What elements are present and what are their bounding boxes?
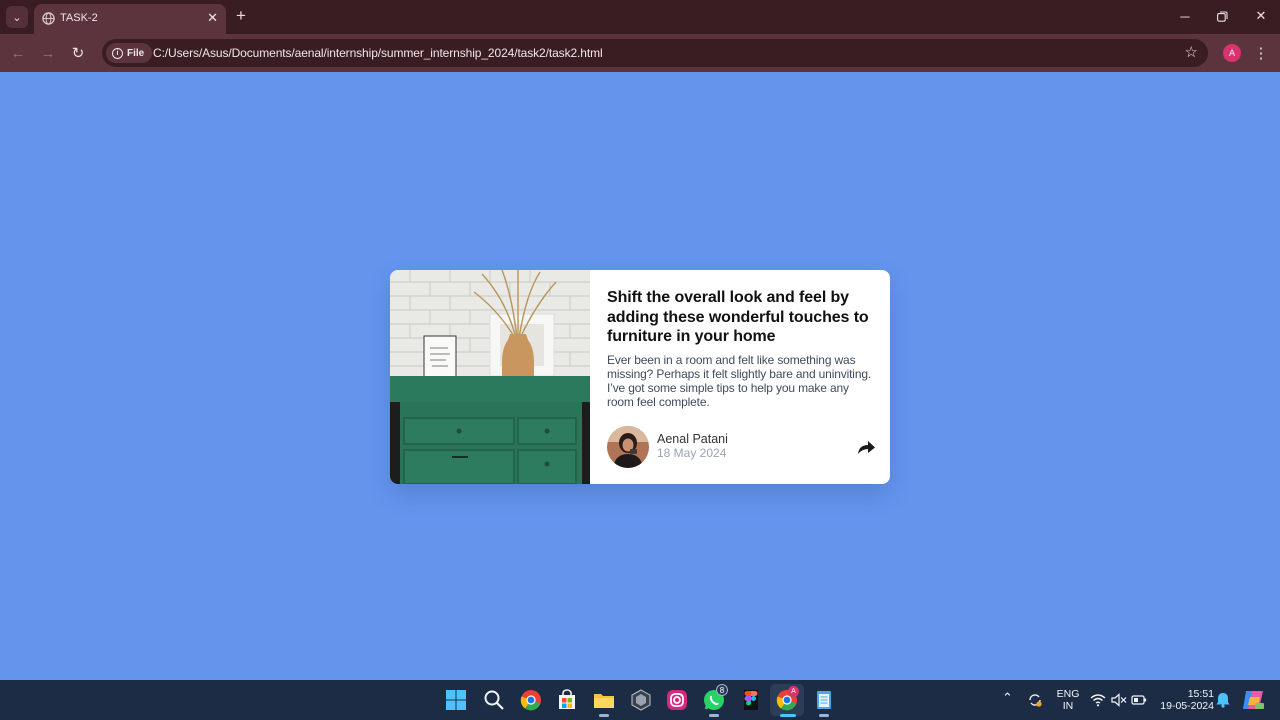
tab-search-button[interactable]: ⌄: [6, 6, 28, 28]
avatar[interactable]: A: [1223, 44, 1241, 62]
copilot-icon[interactable]: [1241, 688, 1265, 712]
windows-start-icon[interactable]: [444, 688, 468, 712]
tab-task-2[interactable]: TASK-2 ✕: [34, 4, 226, 34]
site-info-chip[interactable]: i File: [106, 43, 153, 63]
whatsapp-indicator: [709, 714, 719, 717]
taskbar: 8 A ⌃ ENG IN 15:51 19-05-2024: [0, 680, 1280, 720]
post-date: 18 May 2024: [657, 446, 727, 460]
instagram-icon[interactable]: [665, 688, 689, 712]
language-line1: ENG: [1056, 688, 1080, 700]
store-icon[interactable]: [555, 688, 579, 712]
share-icon[interactable]: [857, 438, 877, 456]
more-icon[interactable]: ⋮: [1254, 44, 1269, 62]
chrome-active-indicator: [780, 714, 796, 717]
figma-icon[interactable]: [739, 688, 763, 712]
chrome-profile-badge: A: [788, 686, 799, 697]
clock-time: 15:51: [1187, 688, 1214, 700]
tab-title: TASK-2: [60, 12, 98, 24]
tab-strip: ⌄ TASK-2 ✕ + ─ ✕: [0, 0, 1280, 34]
restore-icon[interactable]: [1214, 8, 1230, 24]
close-window-icon[interactable]: ✕: [1253, 8, 1269, 24]
star-icon[interactable]: ☆: [1185, 44, 1198, 62]
file-explorer-indicator: [599, 714, 609, 717]
volume-muted-icon[interactable]: [1111, 693, 1127, 707]
card-image: [390, 270, 590, 484]
author-avatar: [607, 426, 649, 468]
reload-icon[interactable]: ↻: [68, 43, 88, 63]
clock-date: 19-05-2024: [1160, 700, 1214, 712]
notepad-icon[interactable]: [812, 688, 836, 712]
info-icon: i: [112, 47, 123, 59]
notepad-indicator: [819, 714, 829, 717]
card-body: Shift the overall look and feel by addin…: [607, 288, 877, 409]
back-icon[interactable]: ←: [8, 43, 28, 63]
close-icon[interactable]: ✕: [207, 10, 218, 26]
url-chip-label: File: [127, 47, 145, 59]
battery-icon[interactable]: [1131, 694, 1147, 706]
forward-icon[interactable]: →: [38, 43, 58, 63]
new-tab-button[interactable]: +: [236, 7, 246, 25]
language-indicator[interactable]: ENG IN: [1055, 688, 1081, 712]
wifi-icon[interactable]: [1090, 693, 1106, 707]
whatsapp-badge: 8: [716, 684, 728, 696]
file-explorer-icon[interactable]: [592, 688, 616, 712]
minimize-icon[interactable]: ─: [1177, 8, 1193, 24]
chevron-down-icon: ⌄: [12, 11, 22, 24]
browser-toolbar: ← → ↻ i File C:/Users/Asus/Documents/aen…: [0, 34, 1280, 72]
author-name: Aenal Patani: [657, 432, 728, 446]
chevron-up-icon[interactable]: ⌃: [1002, 691, 1013, 704]
address-bar[interactable]: i File C:/Users/Asus/Documents/aenal/int…: [102, 39, 1208, 67]
card-title[interactable]: Shift the overall look and feel by addin…: [607, 288, 877, 347]
bell-icon[interactable]: [1216, 692, 1230, 708]
sync-icon[interactable]: [1027, 692, 1043, 708]
url-text[interactable]: C:/Users/Asus/Documents/aenal/internship…: [153, 46, 603, 60]
author-row: Aenal Patani 18 May 2024: [607, 426, 877, 468]
blog-card: Shift the overall look and feel by addin…: [390, 270, 890, 484]
language-line2: IN: [1062, 700, 1074, 712]
globe-icon: [42, 12, 55, 25]
app-icon[interactable]: [629, 688, 653, 712]
chrome-icon[interactable]: [519, 688, 543, 712]
card-excerpt: Ever been in a room and felt like someth…: [607, 352, 872, 409]
clock[interactable]: 15:51 19-05-2024: [1156, 688, 1214, 712]
search-icon[interactable]: [482, 688, 506, 712]
